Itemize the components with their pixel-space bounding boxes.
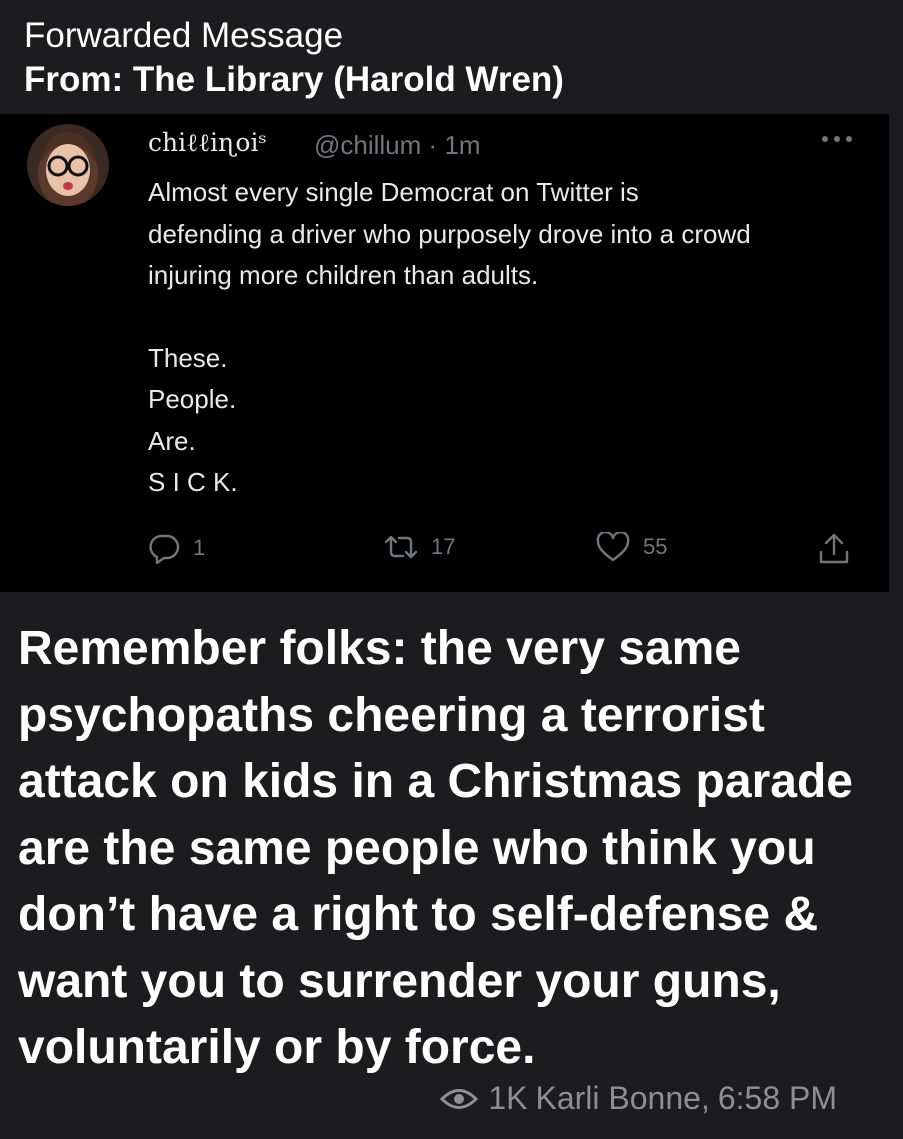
forward-header: Forwarded Message From: The Library (Har…: [24, 14, 564, 102]
share-icon: [819, 533, 849, 564]
retweet-icon: [384, 535, 418, 559]
tweet-emphasis-line: S I C K.: [148, 467, 238, 497]
message-time: 6:58 PM: [717, 1080, 837, 1116]
tweet-display-name: chiℓℓiɳoiˢ: [148, 128, 267, 157]
tweet-actions: 1 17 55: [0, 532, 889, 572]
views-eye-icon: [440, 1088, 479, 1109]
tweet-line: defending a driver who purposely drove i…: [148, 218, 751, 249]
reply-count: 1: [193, 535, 206, 560]
tweet-handle-time: @chillum · 1m: [314, 130, 481, 160]
like-action: 55: [596, 532, 667, 562]
message-meta: 1K Karli Bonne, 6:58 PM: [440, 1080, 837, 1117]
forwarded-from[interactable]: From: The Library (Harold Wren): [24, 58, 564, 102]
tweet-emphasis-line: People.: [148, 384, 237, 414]
retweet-count: 17: [431, 534, 456, 559]
forwarded-label: Forwarded Message: [24, 16, 344, 55]
like-icon: [596, 532, 630, 562]
message-text: Remember folks: the very same psychopath…: [18, 622, 853, 1074]
like-count: 55: [643, 534, 668, 559]
reply-icon: [149, 534, 180, 564]
retweet-action: 17: [384, 532, 455, 562]
message-author: Karli Bonne,: [535, 1080, 710, 1116]
tweet-body: Almost every single Democrat on Twitter …: [148, 172, 868, 504]
avatar: [27, 124, 109, 206]
view-count: 1K: [488, 1080, 528, 1116]
message-bubble[interactable]: Forwarded Message From: The Library (Har…: [0, 0, 889, 1139]
share-action: [818, 532, 850, 566]
tweet-line: Almost every single Democrat on Twitter …: [148, 177, 639, 207]
tweet-line: injuring more children than adults.: [148, 260, 539, 290]
more-icon: [822, 136, 852, 142]
reply-action: 1: [148, 532, 205, 564]
tweet-screenshot: chiℓℓiɳoiˢ @chillum · 1m Almost every si…: [0, 114, 889, 592]
tweet-emphasis-line: These.: [148, 342, 228, 373]
tweet-emphasis-line: Are.: [148, 425, 196, 456]
